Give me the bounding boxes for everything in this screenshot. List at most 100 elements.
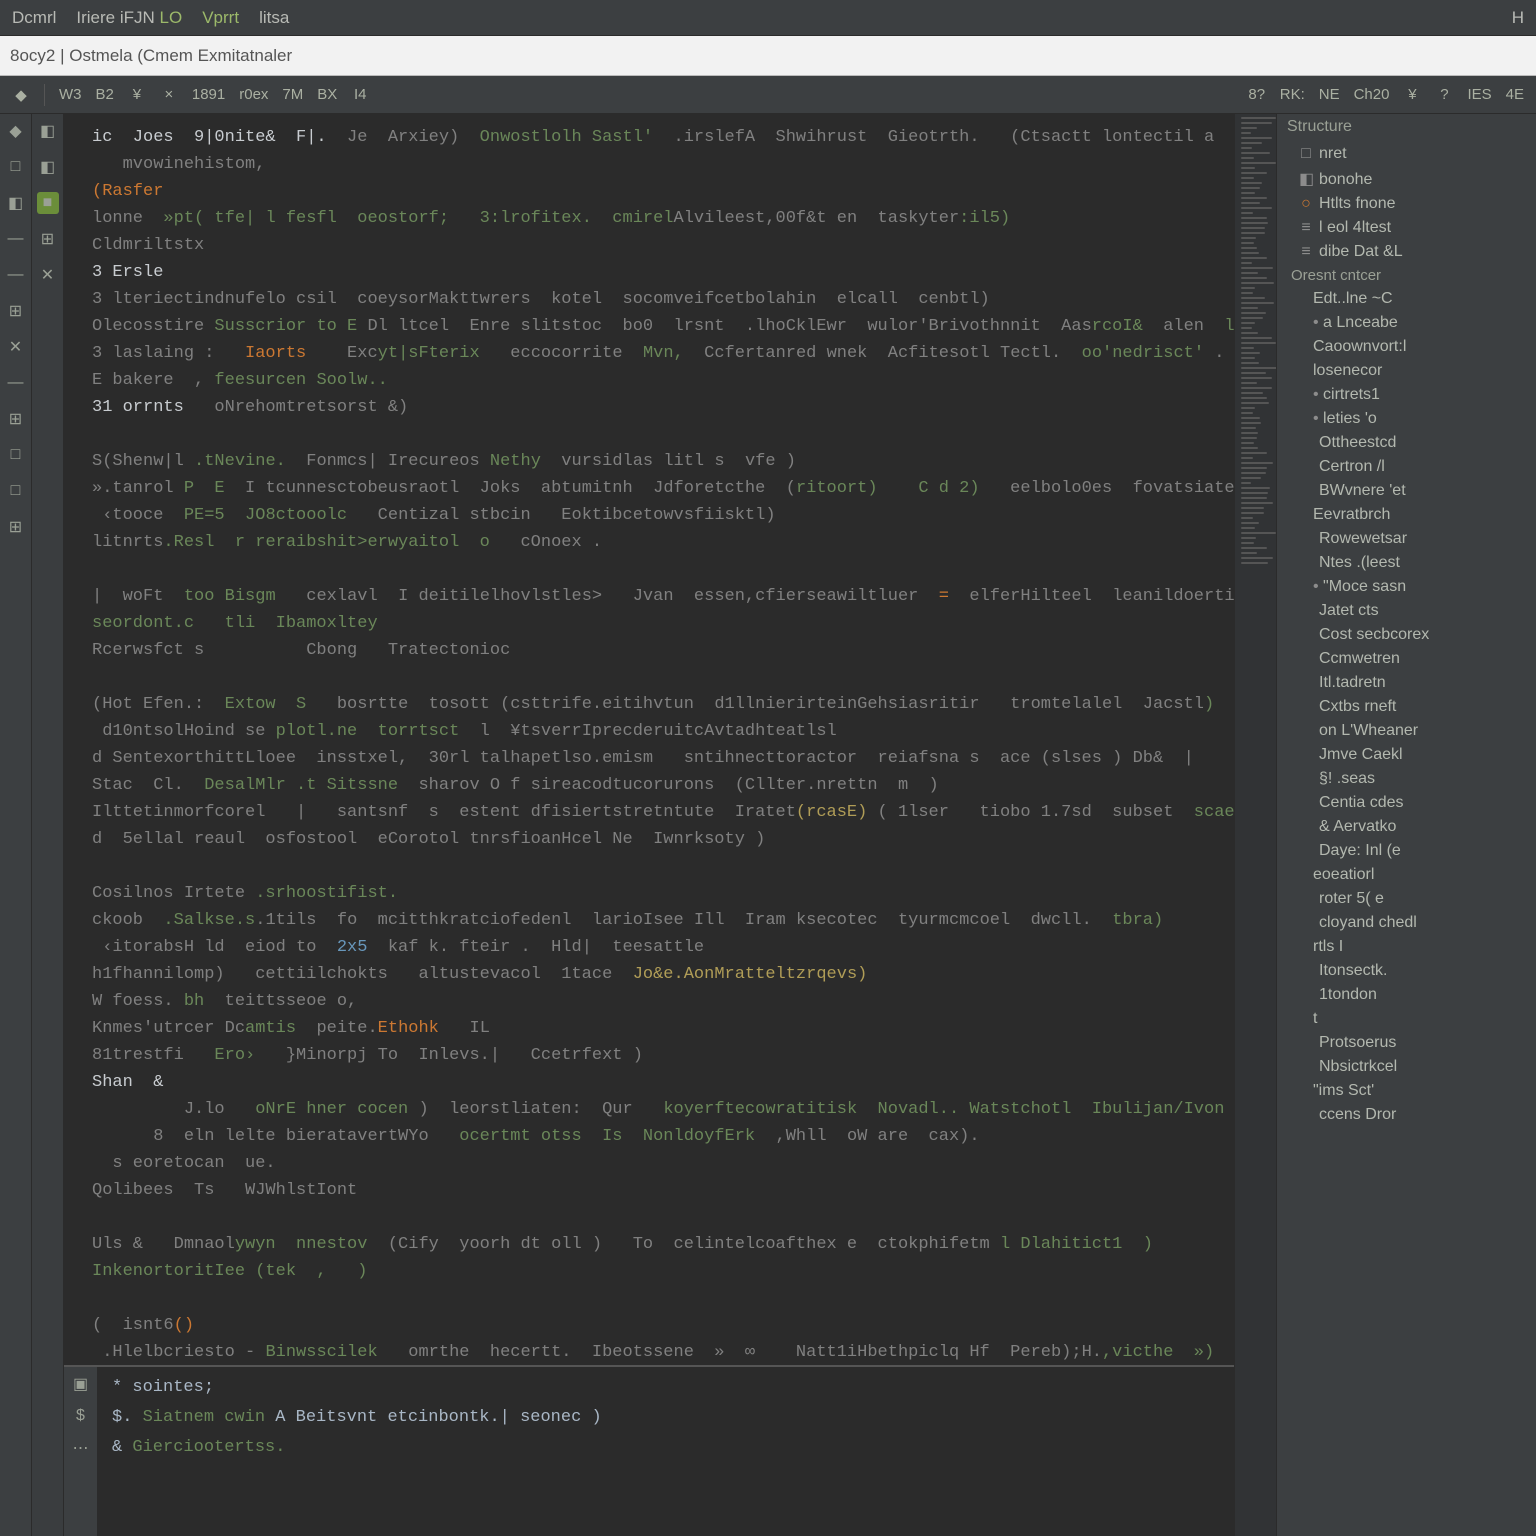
menu-bar: Dcmrl Iriere iFJN LO Vprrt litsa H [0, 0, 1536, 36]
toolbar-button[interactable]: 8? [1242, 82, 1272, 108]
gutter-icon[interactable]: — [5, 372, 27, 394]
toolbar-button[interactable]: × [154, 82, 184, 108]
outline-item[interactable]: losenecor [1277, 359, 1536, 383]
toolbar-button[interactable]: B2 [90, 82, 120, 108]
console-icon[interactable]: ▣ [70, 1373, 92, 1395]
menu-item[interactable]: Iriere iFJN LO [76, 8, 182, 28]
outline-item[interactable]: Ccmwetren [1277, 647, 1536, 671]
outline-item[interactable]: □nret [1277, 142, 1536, 166]
menu-item[interactable]: Vprrt [202, 8, 239, 28]
outline-item[interactable]: ccens Dror [1277, 1103, 1536, 1127]
outline-item[interactable]: Eevratbrch [1277, 503, 1536, 527]
outline-list: □nret◧bonohe○Htlts fnone≡l eol 4ltest≡di… [1277, 142, 1536, 1127]
gutter-icon[interactable]: ◆ [5, 120, 27, 142]
gutter-icon[interactable]: □ [5, 444, 27, 466]
gutter-icon[interactable]: ◧ [5, 192, 27, 214]
gutter-icon[interactable]: ⊞ [5, 408, 27, 430]
console-gutter: ▣ $ ⋯ [64, 1367, 98, 1536]
console-output[interactable]: * sointes;$. Siatnem cwin A Beitsvnt etc… [98, 1367, 1234, 1536]
gutter-icon[interactable]: — [5, 264, 27, 286]
breadcrumb-bar: 8ocy2 | Ostmela (Cmem Exmitatnaler [0, 36, 1536, 76]
outline-item[interactable]: eoeatiorl [1277, 863, 1536, 887]
menu-item[interactable]: litsa [259, 8, 289, 28]
outline-item[interactable]: ≡l eol 4ltest [1277, 216, 1536, 240]
outline-item[interactable]: §! .seas [1277, 767, 1536, 791]
outline-item[interactable]: ○Htlts fnone [1277, 192, 1536, 216]
toolbar-button[interactable]: I4 [345, 82, 375, 108]
console-icon[interactable]: ⋯ [70, 1437, 92, 1459]
outline-header: Structure [1277, 114, 1536, 142]
outline-item[interactable]: Itl.tadretn [1277, 671, 1536, 695]
outline-item[interactable]: rtls I [1277, 935, 1536, 959]
gutter-icon[interactable]: ⊞ [5, 300, 27, 322]
outline-item[interactable]: Centia cdes [1277, 791, 1536, 815]
toolbar-button[interactable]: NE [1313, 82, 1346, 108]
toolbar-marker-icon[interactable]: ◆ [6, 82, 36, 108]
menu-item[interactable]: Dcmrl [12, 8, 56, 28]
outline-item[interactable]: Cxtbs rneft [1277, 695, 1536, 719]
outline-item[interactable]: Nbsictrkcel [1277, 1055, 1536, 1079]
gutter-icon[interactable]: ⊞ [5, 516, 27, 538]
left-gutter-b: ◧ ◧ ■ ⊞ ✕ [32, 114, 64, 1536]
outline-item[interactable]: Jatet cts [1277, 599, 1536, 623]
gutter-icon[interactable]: □ [5, 480, 27, 502]
outline-item[interactable]: "ims Sct' [1277, 1079, 1536, 1103]
left-gutter-a: ◆ □ ◧ — — ⊞ ✕ — ⊞ □ □ ⊞ [0, 114, 32, 1536]
outline-item[interactable]: Protsoerus [1277, 1031, 1536, 1055]
outline-item[interactable]: Daye: Inl (e [1277, 839, 1536, 863]
toolbar-button[interactable]: 7M [276, 82, 309, 108]
toolbar-button[interactable]: r0ex [233, 82, 274, 108]
outline-item[interactable]: ≡dibe Dat &L [1277, 240, 1536, 264]
outline-item[interactable]: Caoownvort:l [1277, 335, 1536, 359]
outline-item[interactable]: Certron /l [1277, 455, 1536, 479]
outline-item[interactable]: 1tondon [1277, 983, 1536, 1007]
menu-right[interactable]: H [1512, 8, 1524, 28]
workspace: ◆ □ ◧ — — ⊞ ✕ — ⊞ □ □ ⊞ ◧ ◧ ■ ⊞ ✕ ic Joes 9|0nite& F|. … [0, 114, 1536, 1536]
outline-item[interactable]: Itonsectk. [1277, 959, 1536, 983]
outline-item[interactable]: "Moce sasn [1277, 575, 1536, 599]
outline-item[interactable]: a Lnceabe [1277, 311, 1536, 335]
toolbar-button[interactable]: ¥ [122, 82, 152, 108]
code-editor[interactable]: ic Joes 9|0nite& F|. Je Arxiey) Onwostlo… [64, 114, 1234, 1365]
outline-item[interactable]: ◧bonohe [1277, 166, 1536, 192]
toolbar-button[interactable]: IES [1461, 82, 1497, 108]
outline-item[interactable]: cloyand chedl [1277, 911, 1536, 935]
outline-item[interactable]: on L'Wheaner [1277, 719, 1536, 743]
outline-item[interactable]: Jmve Caekl [1277, 743, 1536, 767]
gutter-icon[interactable]: ✕ [37, 264, 59, 286]
outline-item[interactable]: leties 'o [1277, 407, 1536, 431]
toolbar-button[interactable]: W3 [53, 82, 88, 108]
toolbar-button[interactable]: ¥ [1397, 82, 1427, 108]
editor-area: ic Joes 9|0nite& F|. Je Arxiey) Onwostlo… [64, 114, 1234, 1536]
outline-item[interactable]: Ottheestcd [1277, 431, 1536, 455]
toolbar-button[interactable]: 4E [1500, 82, 1530, 108]
outline-item[interactable]: Cost secbcorex [1277, 623, 1536, 647]
breadcrumb[interactable]: 8ocy2 | Ostmela (Cmem Exmitatnaler [10, 46, 292, 66]
toolbar-button[interactable]: ? [1429, 82, 1459, 108]
toolbar-button[interactable]: Ch20 [1348, 82, 1396, 108]
gutter-icon[interactable]: ◧ [37, 120, 59, 142]
minimap[interactable] [1234, 114, 1276, 1536]
gutter-icon[interactable]: — [5, 228, 27, 250]
outline-item[interactable]: Edt..lne ~C [1277, 287, 1536, 311]
gutter-icon[interactable]: ⊞ [37, 228, 59, 250]
outline-item[interactable]: Oresnt cntcer [1277, 264, 1536, 287]
outline-item[interactable]: & Aervatko [1277, 815, 1536, 839]
outline-panel: Structure □nret◧bonohe○Htlts fnone≡l eol… [1276, 114, 1536, 1536]
outline-item[interactable]: t [1277, 1007, 1536, 1031]
console-panel: ▣ $ ⋯ * sointes;$. Siatnem cwin A Beitsv… [64, 1366, 1234, 1536]
toolbar-button[interactable]: RK: [1274, 82, 1311, 108]
outline-item[interactable]: Ntes .(leest [1277, 551, 1536, 575]
outline-item[interactable]: roter 5( e [1277, 887, 1536, 911]
gutter-icon[interactable]: ■ [37, 192, 59, 214]
toolbar: ◆ W3B2¥×1891r0ex7MBXI4 8?RK:NECh20¥?IES4… [0, 76, 1536, 114]
toolbar-button[interactable]: BX [311, 82, 343, 108]
outline-item[interactable]: cirtrets1 [1277, 383, 1536, 407]
outline-item[interactable]: Rowewetsar [1277, 527, 1536, 551]
outline-item[interactable]: BWvnere 'et [1277, 479, 1536, 503]
console-icon[interactable]: $ [70, 1405, 92, 1427]
gutter-icon[interactable]: ✕ [5, 336, 27, 358]
gutter-icon[interactable]: ◧ [37, 156, 59, 178]
gutter-icon[interactable]: □ [5, 156, 27, 178]
toolbar-button[interactable]: 1891 [186, 82, 231, 108]
